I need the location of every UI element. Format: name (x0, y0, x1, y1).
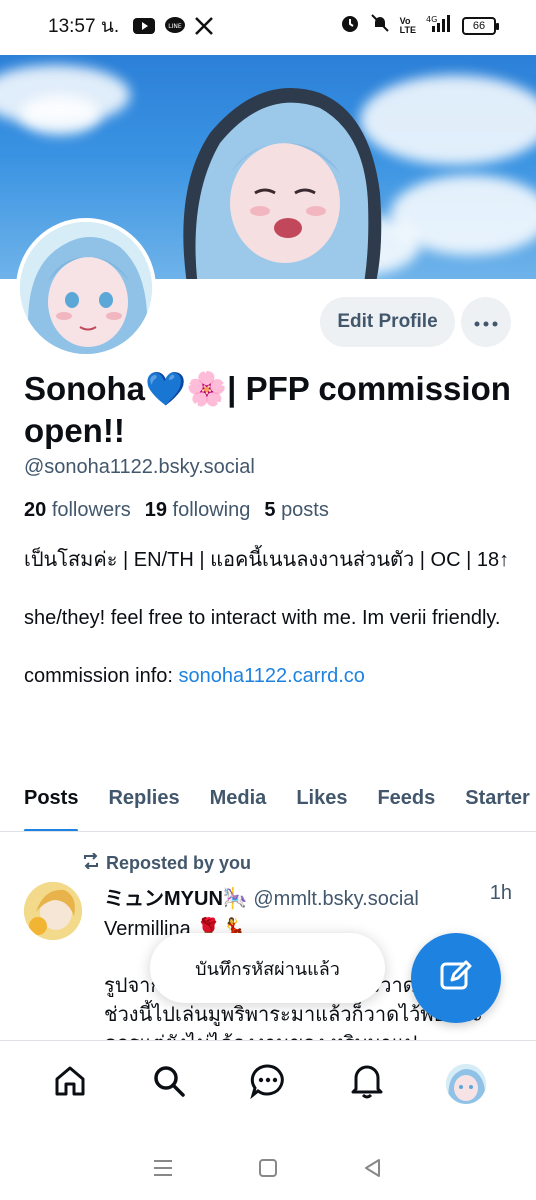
svg-text:LINE: LINE (168, 23, 182, 30)
x-icon (195, 17, 213, 35)
nav-profile[interactable] (441, 1059, 491, 1109)
tab-starter-packs[interactable]: Starter Packs (465, 778, 536, 831)
tab-media[interactable]: Media (210, 778, 267, 831)
bio-commission-line: commission info: sonoha1122.carrd.co (24, 665, 365, 687)
recent-apps-icon[interactable] (153, 1159, 173, 1182)
search-icon (152, 1064, 186, 1103)
status-time: 13:57 น. (48, 16, 120, 37)
nav-home[interactable] (45, 1059, 95, 1109)
following-stat[interactable]: 19 following (145, 499, 251, 522)
profile-handle: @sonoha1122.bsky.social (24, 456, 255, 478)
repost-indicator: Reposted by you (82, 852, 252, 874)
profile-tabs: Posts Replies Media Likes Feeds Starter … (0, 778, 536, 832)
tab-feeds[interactable]: Feeds (377, 778, 435, 831)
post-header: ミュンMYUN🎠 @mmlt.bsky.social 1h (104, 882, 524, 911)
posts-stat: 5 posts (264, 499, 329, 521)
display-name: Sonoha💙🌸| PFP commission open!! (24, 370, 511, 449)
commission-link[interactable]: sonoha1122.carrd.co (179, 665, 365, 687)
bio-line: เป็นโสมค่ะ | EN/TH | แอคนี้เนนลงงานส่วนต… (24, 549, 510, 571)
toast-notification: บันทึกรหัสผ่านแล้ว (150, 933, 385, 1003)
back-icon[interactable] (363, 1158, 383, 1183)
signal-icon: 4G (426, 14, 452, 38)
repost-label: Reposted by you (106, 853, 252, 873)
nav-search[interactable] (144, 1059, 194, 1109)
status-bar: 13:57 น. LINE Vo LTE 4G 66 (0, 0, 536, 52)
home-icon (53, 1064, 87, 1103)
system-navigation-bar (0, 1140, 536, 1200)
post-time: 1h (489, 882, 512, 904)
more-dots-icon (474, 315, 498, 330)
nav-chat[interactable] (243, 1059, 293, 1109)
post-author-name[interactable]: ミュンMYUN🎠 (104, 888, 248, 910)
more-options-button[interactable] (461, 297, 511, 347)
nav-profile-avatar (446, 1063, 487, 1104)
volte-icon: Vo LTE (399, 16, 416, 35)
compose-button[interactable] (411, 933, 501, 1023)
svg-text:4G: 4G (426, 15, 437, 24)
repost-icon (82, 852, 100, 874)
post-author-handle[interactable]: @mmlt.bsky.social (253, 888, 419, 910)
profile-stats: 20 followers 19 following 5 posts (24, 499, 329, 522)
line-icon: LINE (165, 17, 186, 35)
tab-posts[interactable]: Posts (24, 778, 79, 831)
bottom-navigation (0, 1040, 536, 1126)
post-author-avatar[interactable] (24, 882, 82, 940)
bio-line: she/they! feel free to interact with me.… (24, 607, 501, 629)
followers-stat[interactable]: 20 followers (24, 499, 131, 522)
mute-icon (370, 13, 390, 39)
tab-replies[interactable]: Replies (108, 778, 179, 831)
bell-icon (350, 1063, 384, 1104)
battery-indicator: 66 (462, 17, 499, 35)
nav-notifications[interactable] (342, 1059, 392, 1109)
edit-profile-button[interactable]: Edit Profile (320, 297, 455, 347)
youtube-icon (133, 18, 156, 34)
alarm-icon (340, 13, 360, 39)
profile-bio: เป็นโสมค่ะ | EN/TH | แอคนี้เนนลงงานส่วนต… (24, 546, 519, 720)
banner-character-illustration (183, 88, 382, 279)
compose-icon (438, 958, 474, 999)
chat-icon (250, 1063, 286, 1104)
profile-avatar[interactable] (16, 218, 156, 358)
tab-likes[interactable]: Likes (296, 778, 347, 831)
home-button-icon[interactable] (258, 1158, 278, 1183)
